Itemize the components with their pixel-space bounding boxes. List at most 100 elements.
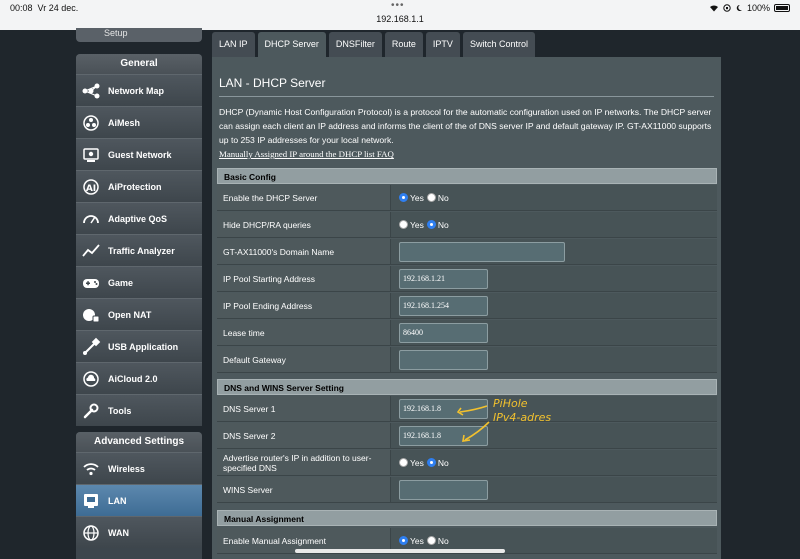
usb-icon <box>80 336 102 358</box>
annotation-text-2: IPv4-adres <box>493 411 551 424</box>
cloud-icon <box>80 368 102 390</box>
lease-time-input[interactable]: 86400 <box>399 322 488 343</box>
aiprotection-icon: AI <box>80 176 102 198</box>
sidebar-item-aiprotection[interactable]: AI AiProtection <box>76 170 202 202</box>
page-title: LAN - DHCP Server <box>219 76 326 90</box>
dns2-label: DNS Server 2 <box>217 423 391 448</box>
lease-time-label: Lease time <box>217 320 391 345</box>
domain-name-row: GT-AX11000's Domain Name <box>217 239 717 265</box>
manual-assignment-yes-radio[interactable]: Yes <box>399 536 424 546</box>
wins-input[interactable] <box>399 479 488 500</box>
sidebar-item-game[interactable]: Game <box>76 266 202 298</box>
sidebar-item-open-nat[interactable]: Open NAT <box>76 298 202 330</box>
manual-assignment-no-radio[interactable]: No <box>426 536 449 546</box>
gamepad-icon <box>80 272 102 294</box>
manual-assignment-header: Manual Assignment <box>217 510 717 526</box>
faq-link[interactable]: Manually Assigned IP around the DHCP lis… <box>219 149 394 159</box>
domain-name-input[interactable] <box>399 241 565 262</box>
radio-unselected-icon <box>426 536 436 545</box>
tab-bar: LAN IP DHCP Server DNSFilter Route IPTV … <box>212 32 535 57</box>
pool-end-row: IP Pool Ending Address 192.168.1.254 <box>217 293 717 319</box>
annotation-text-1: PiHole <box>493 397 528 410</box>
sidebar-item-traffic-analyzer[interactable]: Traffic Analyzer <box>76 234 202 266</box>
moon-icon <box>736 4 742 11</box>
advanced-menu-header: Advanced Settings <box>76 432 202 452</box>
annotation-arrow-2 <box>464 421 490 441</box>
radio-unselected-icon <box>426 193 436 202</box>
domain-name-label: GT-AX11000's Domain Name <box>217 239 391 264</box>
enable-dhcp-yes-radio[interactable]: Yes <box>399 193 424 203</box>
guest-network-icon <box>80 144 102 166</box>
wrench-icon <box>80 400 102 422</box>
sidebar-item-network-map[interactable]: Network Map <box>76 74 202 106</box>
pool-start-input[interactable]: 192.168.1.21 <box>399 268 488 289</box>
traffic-analyzer-icon <box>80 240 102 262</box>
tab-dnsfilter[interactable]: DNSFilter <box>328 32 382 57</box>
default-gateway-row: Default Gateway <box>217 347 717 373</box>
sidebar-item-lan[interactable]: LAN <box>76 484 202 516</box>
sidebar-item-usb-application[interactable]: USB Application <box>76 330 202 362</box>
rotation-lock-icon <box>723 4 731 12</box>
tab-route[interactable]: Route <box>384 32 423 57</box>
radio-selected-icon <box>399 536 408 545</box>
globe-icon <box>80 522 102 544</box>
sidebar-item-wireless[interactable]: Wireless <box>76 452 202 484</box>
tab-iptv[interactable]: IPTV <box>425 32 460 57</box>
svg-text:AI: AI <box>86 184 96 194</box>
enable-dhcp-row: Enable the DHCP Server Yes No <box>217 185 717 211</box>
ipad-status-bar: 00:08 Vr 24 dec. ••• 192.168.1.1 100% <box>0 0 800 30</box>
sidebar-item-aimesh[interactable]: AiMesh <box>76 106 202 138</box>
default-gateway-input[interactable] <box>399 349 488 370</box>
title-divider <box>219 96 714 97</box>
radio-unselected-icon <box>399 220 408 229</box>
enable-dhcp-label: Enable the DHCP Server <box>217 185 391 210</box>
pool-start-row: IP Pool Starting Address 192.168.1.21 <box>217 266 717 292</box>
pool-end-label: IP Pool Ending Address <box>217 293 391 318</box>
lan-icon <box>80 490 102 512</box>
advertise-no-radio[interactable]: No <box>426 458 449 468</box>
advanced-menu: Advanced Settings Wireless LAN WAN <box>76 432 202 559</box>
handwritten-annotation: PiHole IPv4-adres <box>456 397 551 442</box>
home-indicator[interactable] <box>295 549 505 553</box>
battery-icon <box>774 4 790 12</box>
hide-dhcp-no-radio[interactable]: No <box>426 220 449 230</box>
general-menu: General Network Map AiMesh Guest Network… <box>76 54 202 426</box>
lease-time-row: Lease time 86400 <box>217 320 717 346</box>
advertise-row: Advertise router's IP in addition to use… <box>217 450 717 476</box>
pool-end-input[interactable]: 192.168.1.254 <box>399 295 488 316</box>
wifi-icon <box>80 458 102 480</box>
wins-row: WINS Server <box>217 477 717 503</box>
multitask-dots-icon[interactable]: ••• <box>391 0 405 11</box>
enable-dhcp-no-radio[interactable]: No <box>426 193 449 203</box>
tab-lan-ip[interactable]: LAN IP <box>212 32 255 57</box>
advertise-label: Advertise router's IP in addition to use… <box>217 450 391 475</box>
tab-dhcp-server[interactable]: DHCP Server <box>257 32 326 57</box>
sidebar-item-aicloud[interactable]: AiCloud 2.0 <box>76 362 202 394</box>
sidebar-item-guest-network[interactable]: Guest Network <box>76 138 202 170</box>
default-gateway-label: Default Gateway <box>217 347 391 372</box>
radio-selected-icon <box>426 220 436 229</box>
aimesh-icon <box>80 112 102 134</box>
status-time: 00:08 Vr 24 dec. <box>10 3 79 13</box>
advertise-yes-radio[interactable]: Yes <box>399 458 424 468</box>
wins-label: WINS Server <box>217 477 391 502</box>
sidebar-item-wan[interactable]: WAN <box>76 516 202 548</box>
pool-start-label: IP Pool Starting Address <box>217 266 391 291</box>
basic-config-header: Basic Config <box>217 168 717 184</box>
radio-unselected-icon <box>399 458 408 467</box>
hide-dhcp-yes-radio[interactable]: Yes <box>399 220 424 230</box>
sidebar-item-tools[interactable]: Tools <box>76 394 202 426</box>
tab-switch-control[interactable]: Switch Control <box>462 32 535 57</box>
sidebar-item-setup[interactable]: Setup <box>76 28 202 42</box>
address-bar-url[interactable]: 192.168.1.1 <box>0 14 800 24</box>
hide-dhcp-row: Hide DHCP/RA queries Yes No <box>217 212 717 238</box>
qos-gauge-icon <box>80 208 102 230</box>
sidebar-item-adaptive-qos[interactable]: Adaptive QoS <box>76 202 202 234</box>
main-panel: LAN - DHCP Server DHCP (Dynamic Host Con… <box>212 57 721 559</box>
general-menu-header: General <box>76 54 202 74</box>
open-nat-icon <box>80 304 102 326</box>
radio-selected-icon <box>426 458 436 467</box>
dns1-label: DNS Server 1 <box>217 396 391 421</box>
hide-dhcp-label: Hide DHCP/RA queries <box>217 212 391 237</box>
network-map-icon <box>80 80 102 102</box>
